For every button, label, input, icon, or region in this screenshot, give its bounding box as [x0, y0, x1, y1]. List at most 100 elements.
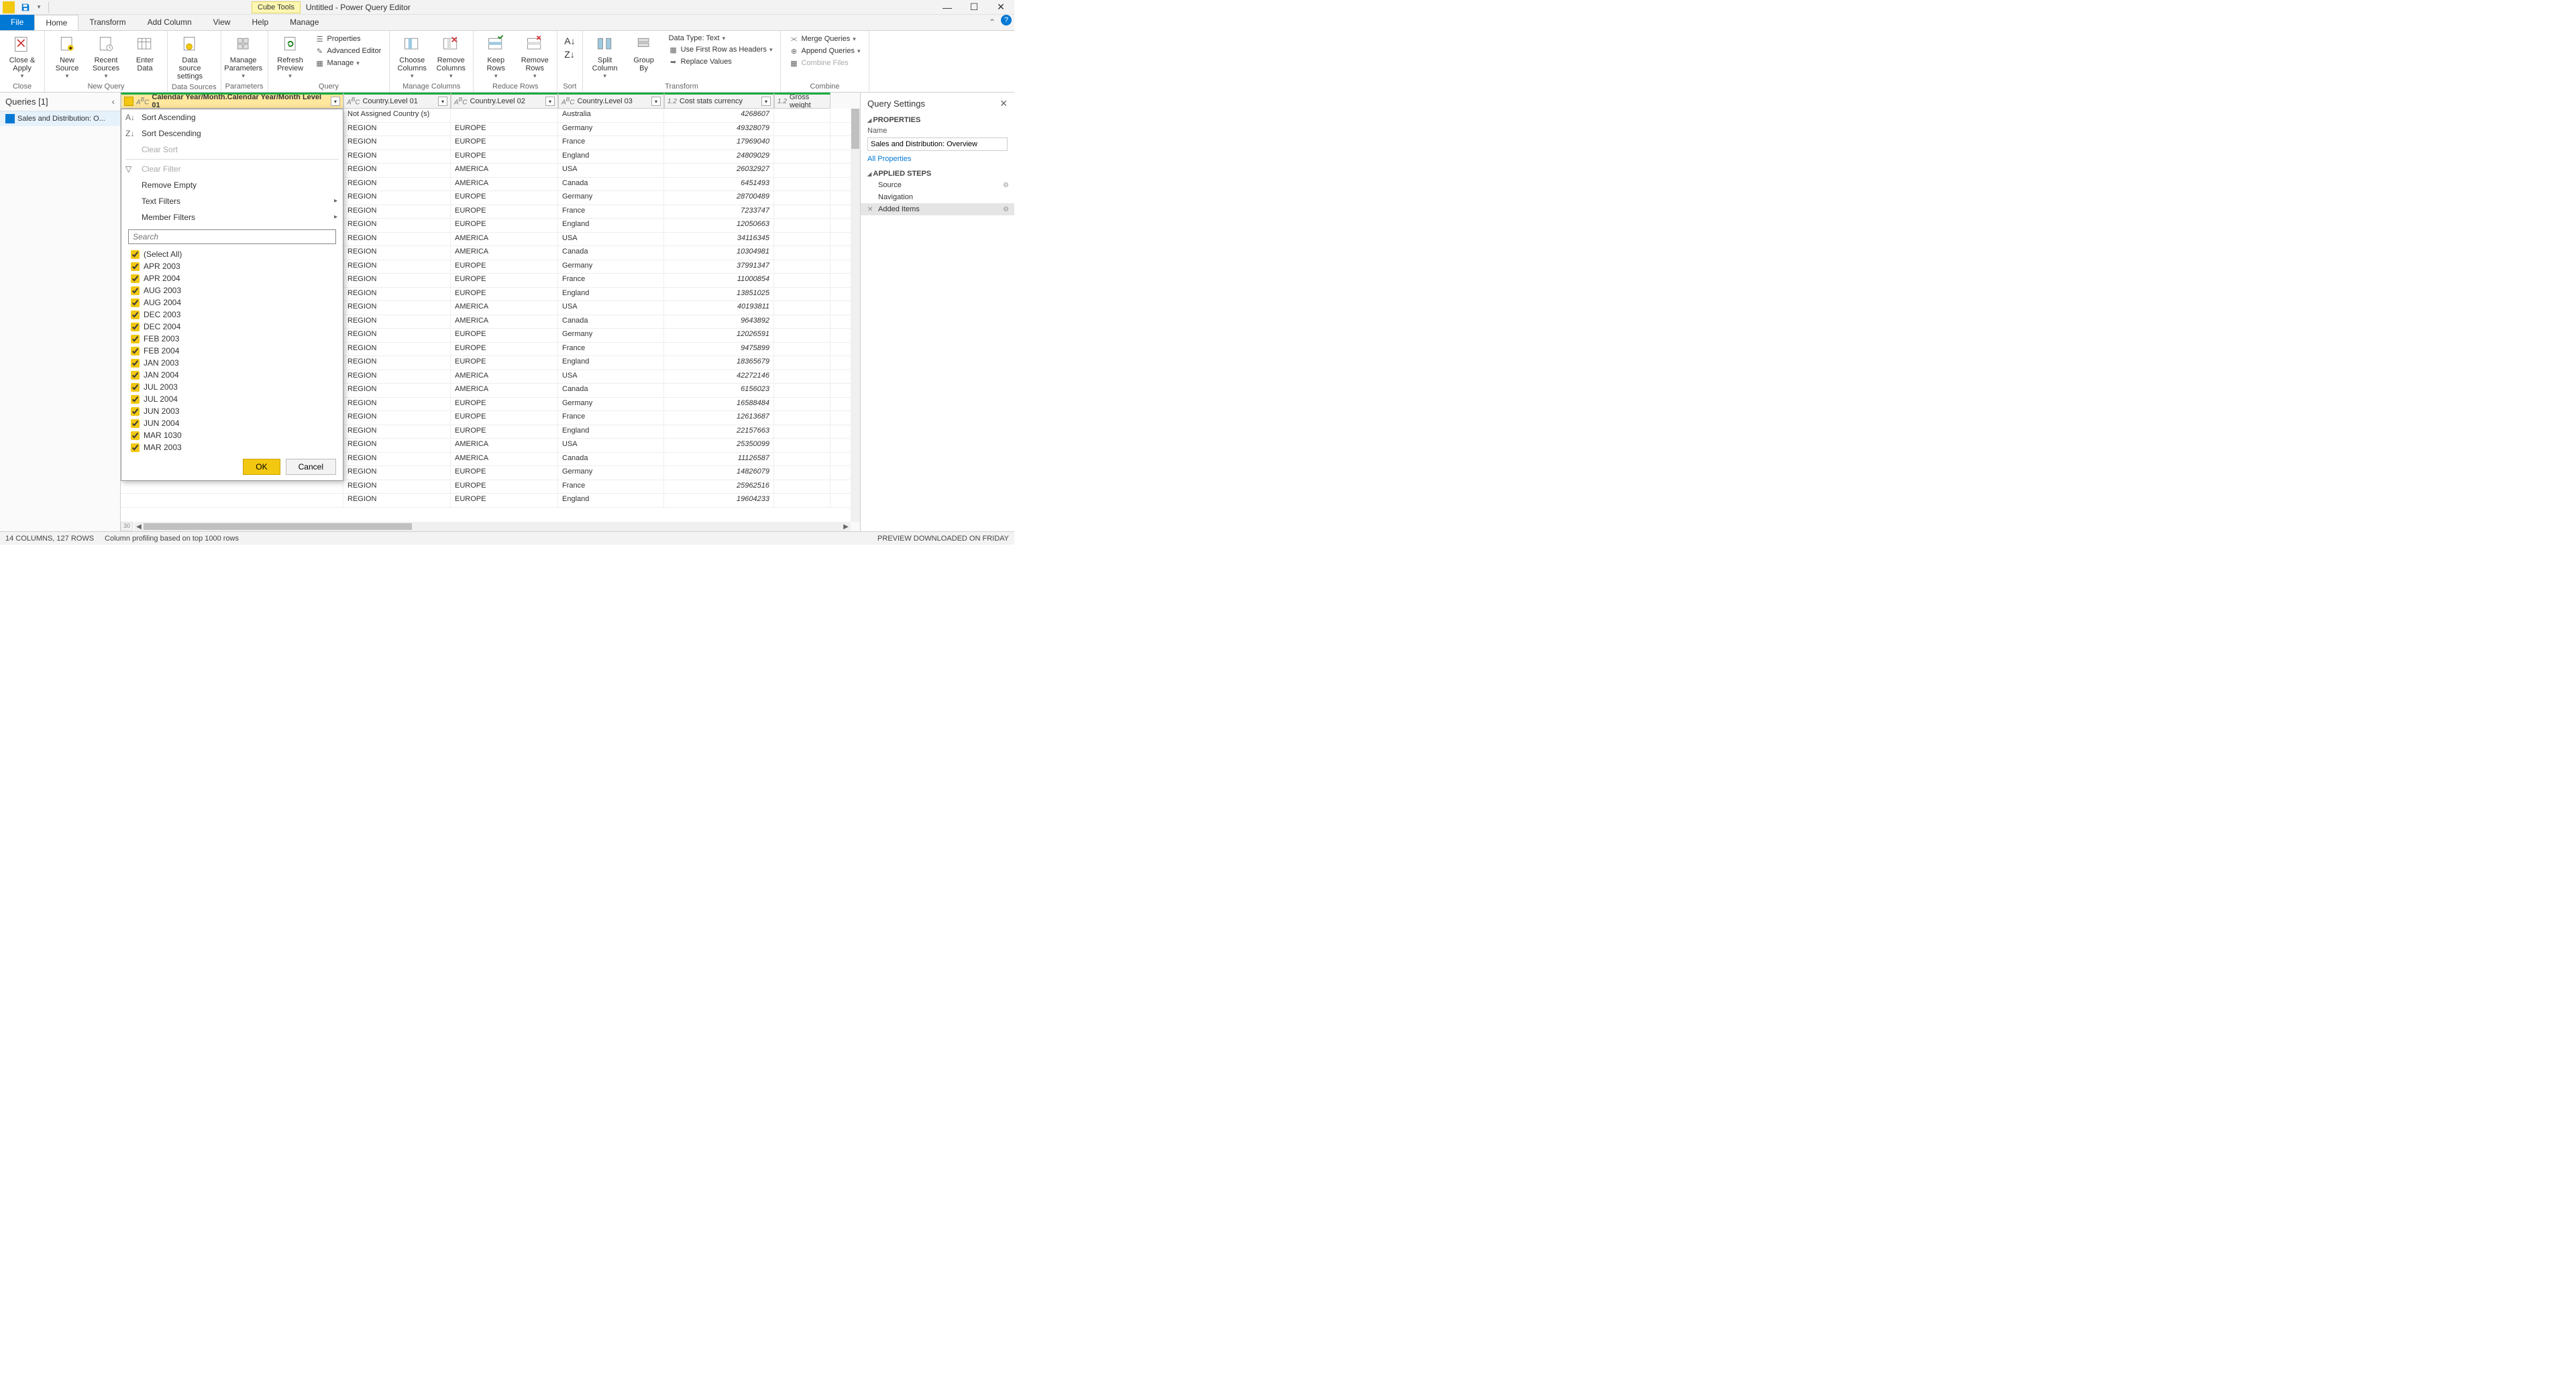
filter-value-item[interactable]: JUN 2004 [128, 417, 336, 429]
step-settings-icon[interactable]: ⚙ [1003, 182, 1009, 189]
data-source-settings-button[interactable]: Data source settings [172, 32, 208, 82]
choose-columns-button[interactable]: Choose Columns [394, 32, 430, 81]
column-filter-dropdown[interactable]: ▾ [545, 97, 555, 106]
remove-rows-button[interactable]: Remove Rows [517, 32, 553, 81]
remove-empty-item[interactable]: Remove Empty [121, 177, 343, 193]
append-queries-button[interactable]: ⊕Append Queries [786, 46, 863, 56]
sort-desc-button[interactable]: Z↓ [561, 48, 578, 60]
filter-search-input[interactable] [128, 229, 336, 244]
column-header[interactable]: ABCCountry.Level 02▾ [451, 93, 558, 109]
filter-checkbox[interactable] [131, 298, 140, 307]
properties-button[interactable]: ☰Properties [313, 34, 384, 44]
applied-step[interactable]: ✕Added Items⚙ [861, 203, 1014, 215]
tab-file[interactable]: File [0, 15, 34, 30]
filter-checkbox[interactable] [131, 431, 140, 440]
applied-step[interactable]: Navigation [861, 191, 1014, 203]
filter-checkbox[interactable] [131, 347, 140, 355]
close-apply-button[interactable]: Close & Apply [4, 32, 40, 81]
enter-data-button[interactable]: Enter Data [127, 32, 163, 74]
close-window-button[interactable]: ✕ [987, 0, 1014, 15]
column-filter-dropdown[interactable]: ▾ [331, 97, 340, 106]
filter-value-item[interactable]: MAR 1030 [128, 429, 336, 441]
filter-checkbox[interactable] [131, 274, 140, 283]
filter-checkbox[interactable] [131, 335, 140, 343]
filter-value-item[interactable]: MAR 2003 [128, 441, 336, 453]
filter-value-item[interactable]: DEC 2004 [128, 321, 336, 333]
filter-value-item[interactable]: APR 2004 [128, 272, 336, 284]
tab-transform[interactable]: Transform [78, 15, 136, 30]
filter-value-item[interactable]: FEB 2004 [128, 345, 336, 357]
filter-checkbox[interactable] [131, 311, 140, 319]
collapse-queries-icon[interactable]: ‹ [112, 97, 115, 107]
recent-sources-button[interactable]: Recent Sources [88, 32, 124, 81]
refresh-preview-button[interactable]: Refresh Preview [272, 32, 309, 81]
column-header[interactable]: 1.2Cost stats currency▾ [664, 93, 774, 109]
first-row-headers-button[interactable]: ▦Use First Row as Headers [666, 44, 775, 55]
filter-checkbox[interactable] [131, 371, 140, 380]
filter-value-item[interactable]: AUG 2004 [128, 296, 336, 309]
step-settings-icon[interactable]: ⚙ [1003, 206, 1009, 213]
filter-value-item[interactable]: DEC 2003 [128, 309, 336, 321]
clear-sort-item[interactable]: Clear Sort [121, 142, 343, 158]
column-filter-dropdown[interactable]: ▾ [438, 97, 447, 106]
column-header[interactable]: ABCCountry.Level 01▾ [343, 93, 451, 109]
delete-step-icon[interactable]: ✕ [867, 206, 873, 213]
filter-value-item[interactable]: JAN 2004 [128, 369, 336, 381]
tab-manage[interactable]: Manage [279, 15, 329, 30]
filter-checkbox[interactable] [131, 323, 140, 331]
filter-ok-button[interactable]: OK [243, 459, 280, 475]
split-column-button[interactable]: Split Column [587, 32, 623, 81]
merge-queries-button[interactable]: ⫘Merge Queries [786, 34, 863, 44]
clear-filter-item[interactable]: ▽Clear Filter [121, 161, 343, 177]
close-settings-icon[interactable]: ✕ [1000, 98, 1008, 109]
filter-value-item[interactable]: JUN 2003 [128, 405, 336, 417]
replace-values-button[interactable]: ➥Replace Values [666, 56, 775, 67]
data-type-button[interactable]: Data Type: Text [666, 34, 775, 43]
sort-descending-item[interactable]: Z↓Sort Descending [121, 125, 343, 142]
filter-value-item[interactable]: FEB 2003 [128, 333, 336, 345]
manage-parameters-button[interactable]: Manage Parameters [225, 32, 262, 81]
filter-checkbox[interactable] [131, 419, 140, 428]
new-source-button[interactable]: ★New Source [49, 32, 85, 81]
applied-step[interactable]: Source⚙ [861, 179, 1014, 191]
member-filters-item[interactable]: Member Filters▸ [121, 209, 343, 225]
group-by-button[interactable]: Group By [626, 32, 662, 74]
filter-checkbox[interactable] [131, 407, 140, 416]
filter-checkbox[interactable] [131, 383, 140, 392]
filter-value-item[interactable]: JUL 2003 [128, 381, 336, 393]
text-filters-item[interactable]: Text Filters▸ [121, 193, 343, 209]
filter-value-item[interactable]: (Select All) [128, 248, 336, 260]
filter-value-item[interactable]: JUL 2004 [128, 393, 336, 405]
filter-checkbox[interactable] [131, 395, 140, 404]
table-row[interactable]: REGIONEUROPEEngland19604233 [121, 494, 851, 508]
horizontal-scrollbar[interactable]: ◀▶ [134, 522, 851, 531]
help-icon[interactable]: ? [1001, 15, 1012, 25]
column-filter-dropdown[interactable]: ▾ [761, 97, 771, 106]
tab-home[interactable]: Home [34, 15, 78, 30]
collapse-ribbon-button[interactable]: ⌃ [983, 15, 1001, 30]
query-item[interactable]: Sales and Distribution: O... [0, 111, 120, 126]
filter-value-item[interactable]: JAN 2003 [128, 357, 336, 369]
column-filter-dropdown[interactable]: ▾ [651, 97, 661, 106]
filter-checkbox[interactable] [131, 262, 140, 271]
maximize-button[interactable]: ☐ [961, 0, 987, 15]
tab-add-column[interactable]: Add Column [137, 15, 203, 30]
filter-value-item[interactable]: AUG 2003 [128, 284, 336, 296]
filter-cancel-button[interactable]: Cancel [286, 459, 336, 475]
filter-value-item[interactable]: APR 2003 [128, 260, 336, 272]
tab-view[interactable]: View [203, 15, 241, 30]
manage-query-button[interactable]: ▦Manage [313, 58, 384, 68]
query-name-input[interactable] [867, 138, 1008, 151]
advanced-editor-button[interactable]: ✎Advanced Editor [313, 46, 384, 56]
save-icon[interactable] [20, 2, 31, 13]
filter-checkbox[interactable] [131, 250, 140, 259]
column-header[interactable]: ABCCalendar Year/Month.Calendar Year/Mon… [121, 93, 343, 109]
filter-checkbox[interactable] [131, 443, 140, 452]
minimize-button[interactable]: — [934, 0, 961, 15]
vertical-scrollbar[interactable] [851, 109, 860, 522]
column-header[interactable]: ABCCountry.Level 03▾ [558, 93, 664, 109]
filter-checkbox[interactable] [131, 286, 140, 295]
combine-files-button[interactable]: ▦Combine Files [786, 58, 863, 68]
qat-dropdown-icon[interactable]: ▾ [34, 2, 44, 13]
tab-help[interactable]: Help [241, 15, 279, 30]
